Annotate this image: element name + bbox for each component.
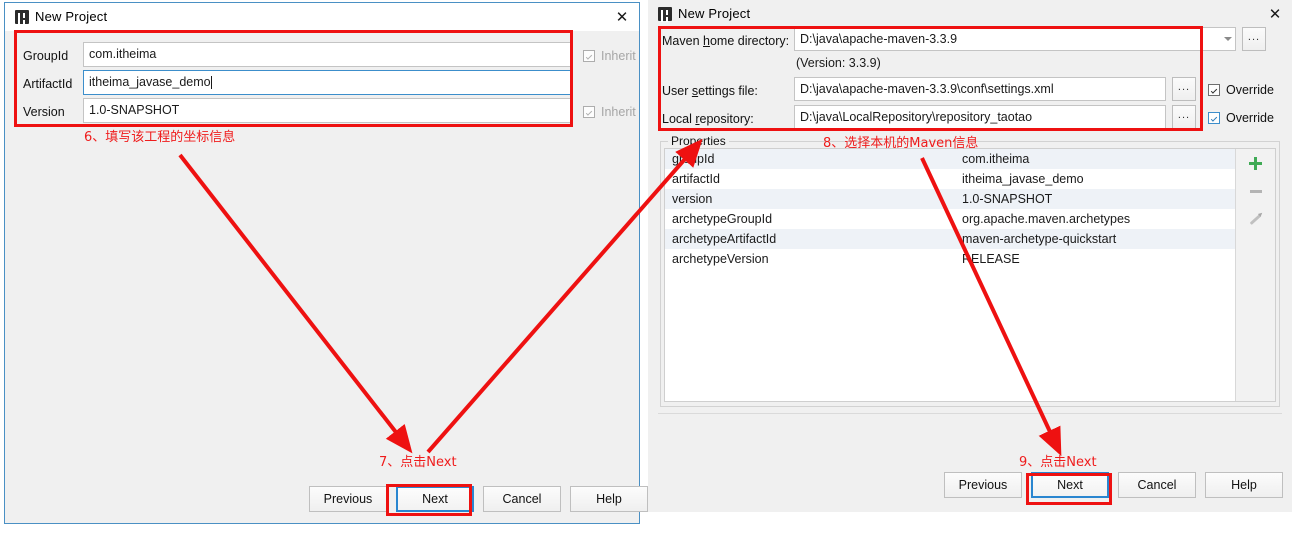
- left-dialog-titlebar: New Project ✕: [5, 3, 639, 31]
- previous-button[interactable]: Previous: [309, 486, 387, 512]
- annotation-box-maven-settings: [658, 26, 1203, 131]
- close-icon[interactable]: ✕: [605, 3, 639, 31]
- property-key: archetypeGroupId: [672, 212, 773, 226]
- button-bar-separator: [658, 413, 1282, 414]
- add-property-button[interactable]: [1236, 149, 1275, 177]
- left-dialog-title: New Project: [35, 9, 108, 24]
- table-row[interactable]: artifactId itheima_javase_demo: [665, 169, 1235, 189]
- property-value: RELEASE: [962, 252, 1020, 266]
- table-row[interactable]: archetypeGroupId org.apache.maven.archet…: [665, 209, 1235, 229]
- version-inherit-label: Inherit: [601, 105, 636, 119]
- note-8: 8、选择本机的Maven信息: [823, 136, 979, 151]
- properties-group-title: Properties: [668, 135, 729, 147]
- help-button[interactable]: Help: [1205, 472, 1283, 498]
- right-dialog-titlebar: New Project ✕: [648, 0, 1292, 28]
- help-button[interactable]: Help: [570, 486, 648, 512]
- close-icon[interactable]: ✕: [1258, 0, 1292, 28]
- local-repository-override-label: Override: [1226, 111, 1274, 125]
- intellij-idea-icon: [15, 10, 29, 24]
- user-settings-override-label: Override: [1226, 83, 1274, 97]
- cancel-button[interactable]: Cancel: [1118, 472, 1196, 498]
- right-dialog-title: New Project: [678, 6, 751, 21]
- annotation-box-next-left: [386, 484, 472, 516]
- groupid-inherit-label: Inherit: [601, 49, 636, 63]
- checkbox-icon: [583, 106, 595, 118]
- chevron-down-icon[interactable]: [1224, 37, 1232, 41]
- property-key: archetypeVersion: [672, 252, 769, 266]
- table-row[interactable]: version 1.0-SNAPSHOT: [665, 189, 1235, 209]
- groupid-inherit-checkbox[interactable]: Inherit: [583, 48, 636, 64]
- previous-button[interactable]: Previous: [944, 472, 1022, 498]
- edit-property-icon: [1249, 213, 1262, 225]
- checkbox-icon: [1208, 112, 1220, 124]
- remove-property-button[interactable]: [1236, 177, 1275, 205]
- intellij-idea-icon: [658, 7, 672, 21]
- cancel-button[interactable]: Cancel: [483, 486, 561, 512]
- remove-property-icon: [1249, 189, 1262, 193]
- property-value: itheima_javase_demo: [962, 172, 1084, 186]
- note-6: 6、填写该工程的坐标信息: [84, 130, 236, 145]
- local-repository-override-checkbox[interactable]: Override: [1208, 110, 1274, 126]
- property-value: org.apache.maven.archetypes: [962, 212, 1131, 226]
- property-value: 1.0-SNAPSHOT: [962, 192, 1053, 206]
- property-key: artifactId: [672, 172, 720, 186]
- note-7: 7、点击Next: [379, 455, 457, 470]
- maven-home-browse-button[interactable]: ...: [1242, 27, 1266, 51]
- property-key: archetypeArtifactId: [672, 232, 777, 246]
- table-row[interactable]: groupId com.itheima: [665, 149, 1235, 169]
- properties-table[interactable]: groupId com.itheima artifactId itheima_j…: [664, 148, 1276, 402]
- left-dialog-button-bar: Previous Next Cancel Help: [309, 486, 648, 512]
- property-value: maven-archetype-quickstart: [962, 232, 1117, 246]
- property-key: groupId: [672, 152, 715, 166]
- checkbox-icon: [583, 50, 595, 62]
- table-row[interactable]: archetypeArtifactId maven-archetype-quic…: [665, 229, 1235, 249]
- property-key: version: [672, 192, 713, 206]
- add-property-icon: [1249, 156, 1262, 170]
- properties-toolbar: [1235, 149, 1275, 401]
- annotation-box-next-right: [1026, 473, 1112, 505]
- checkbox-icon: [1208, 84, 1220, 96]
- annotation-box-coordinates: [14, 30, 573, 127]
- version-inherit-checkbox[interactable]: Inherit: [583, 104, 636, 120]
- note-9: 9、点击Next: [1019, 455, 1097, 470]
- right-dialog-button-bar: Previous Next Cancel Help: [944, 472, 1283, 498]
- user-settings-override-checkbox[interactable]: Override: [1208, 82, 1274, 98]
- property-value: com.itheima: [962, 152, 1030, 166]
- properties-rows: groupId com.itheima artifactId itheima_j…: [665, 149, 1235, 401]
- edit-property-button[interactable]: [1236, 205, 1275, 233]
- table-row[interactable]: archetypeVersion RELEASE: [665, 249, 1235, 269]
